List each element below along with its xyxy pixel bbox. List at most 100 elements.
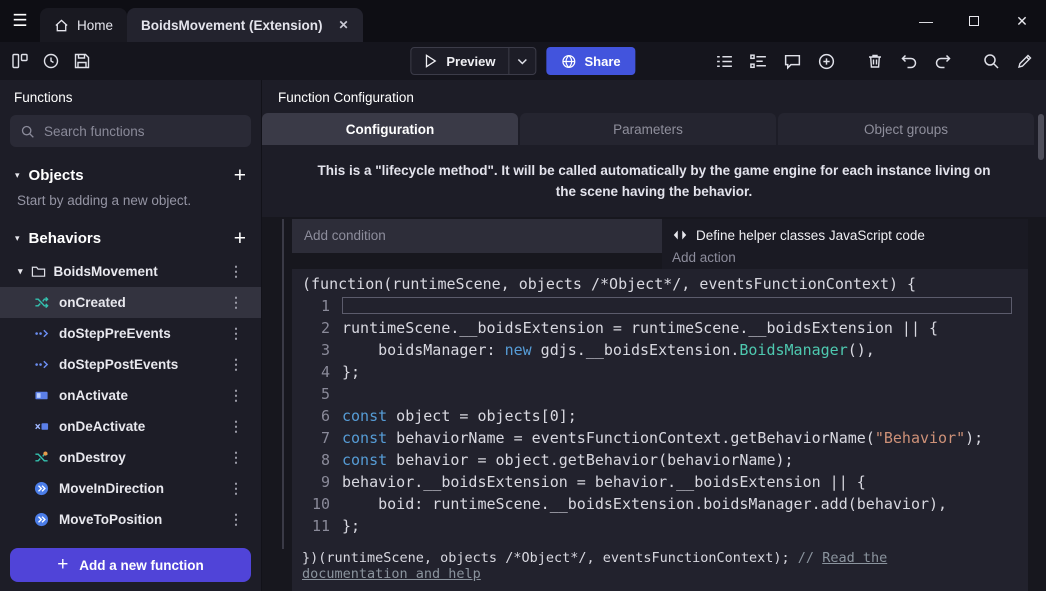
function-item-ondestroy[interactable]: onDestroy ⋮ bbox=[0, 442, 261, 473]
function-menu-icon[interactable]: ⋮ bbox=[225, 325, 247, 342]
tab-home[interactable]: Home bbox=[40, 8, 127, 42]
search-functions-input[interactable] bbox=[44, 124, 241, 139]
folder-label: BoidsMovement bbox=[54, 264, 158, 279]
search-functions-box[interactable] bbox=[10, 115, 251, 147]
tab-extension[interactable]: BoidsMovement (Extension) ✕ bbox=[127, 8, 363, 42]
folder-chevron-icon[interactable]: ▾ bbox=[18, 266, 23, 277]
behaviors-chevron-icon[interactable]: ▾ bbox=[15, 233, 20, 244]
deactivate-icon bbox=[34, 419, 49, 434]
comment-button[interactable] bbox=[779, 48, 806, 75]
code-line: 9behavior.__boidsExtension = behavior.__… bbox=[292, 471, 1028, 493]
history-icon bbox=[42, 52, 60, 70]
move-in-direction-icon bbox=[34, 481, 49, 496]
function-menu-icon[interactable]: ⋮ bbox=[225, 480, 247, 497]
save-icon bbox=[73, 52, 91, 70]
js-event-title[interactable]: Define helper classes JavaScript code bbox=[672, 224, 1018, 247]
vertical-scrollbar[interactable] bbox=[1038, 114, 1044, 160]
function-item-onactivate[interactable]: onActivate ⋮ bbox=[0, 380, 261, 411]
preview-dropdown-button[interactable] bbox=[510, 48, 536, 74]
function-menu-icon[interactable]: ⋮ bbox=[225, 387, 247, 404]
folder-menu-icon[interactable]: ⋮ bbox=[225, 263, 247, 280]
tab-parameters[interactable]: Parameters bbox=[520, 113, 776, 145]
function-item-moveindirection[interactable]: MoveInDirection ⋮ bbox=[0, 473, 261, 504]
objects-list-button[interactable] bbox=[711, 48, 738, 75]
add-action-button[interactable]: Add action bbox=[672, 247, 1018, 269]
objects-section-label: Objects bbox=[29, 167, 225, 184]
javascript-code-editor[interactable]: (function(runtimeScene, objects /*Object… bbox=[292, 269, 1028, 591]
activate-icon bbox=[34, 388, 49, 403]
globe-icon bbox=[562, 54, 577, 69]
preview-button-label: Preview bbox=[446, 54, 495, 69]
function-item-dosteppreevents[interactable]: doStepPreEvents ⋮ bbox=[0, 318, 261, 349]
function-menu-icon[interactable]: ⋮ bbox=[225, 294, 247, 311]
code-footer[interactable]: })(runtimeScene, objects /*Object*/, eve… bbox=[292, 550, 1028, 582]
window-minimize-button[interactable]: — bbox=[902, 0, 950, 42]
tab-close-icon[interactable]: ✕ bbox=[339, 18, 349, 32]
window-controls: — ✕ bbox=[902, 0, 1046, 42]
theme-editor-button[interactable] bbox=[1011, 48, 1038, 75]
step-pre-icon bbox=[34, 326, 49, 341]
panels-layout-button[interactable] bbox=[6, 48, 33, 75]
add-behavior-button[interactable]: + bbox=[234, 228, 246, 249]
add-event-button[interactable] bbox=[813, 48, 840, 75]
add-new-function-button[interactable]: + Add a new function bbox=[10, 548, 251, 582]
code-line: 1 bbox=[292, 295, 1028, 317]
sidebar-title: Functions bbox=[0, 80, 261, 113]
undo-button[interactable] bbox=[895, 48, 922, 75]
function-configuration-panel: Function Configuration Configuration Par… bbox=[262, 80, 1046, 591]
objects-chevron-icon[interactable]: ▾ bbox=[15, 170, 20, 181]
preview-button[interactable]: Preview bbox=[410, 47, 536, 75]
behaviors-section-label: Behaviors bbox=[29, 230, 225, 247]
maximize-icon bbox=[969, 16, 979, 26]
event-drag-handle[interactable] bbox=[272, 219, 284, 549]
preview-button-main[interactable]: Preview bbox=[411, 48, 508, 74]
code-header-line: (function(runtimeScene, objects /*Object… bbox=[292, 273, 1028, 295]
objects-section-header[interactable]: ▾ Objects + bbox=[0, 157, 261, 193]
object-groups-button[interactable] bbox=[745, 48, 772, 75]
function-menu-icon[interactable]: ⋮ bbox=[225, 418, 247, 435]
function-menu-icon[interactable]: ⋮ bbox=[225, 356, 247, 373]
hamburger-menu-icon[interactable]: ☰ bbox=[0, 0, 40, 42]
function-item-oncreated[interactable]: onCreated ⋮ bbox=[0, 287, 261, 318]
history-button[interactable] bbox=[37, 48, 64, 75]
objects-empty-hint: Start by adding a new object. bbox=[0, 193, 261, 220]
redo-button[interactable] bbox=[929, 48, 956, 75]
function-item-dosteppostevents[interactable]: doStepPostEvents ⋮ bbox=[0, 349, 261, 380]
content: Functions ▾ Objects + Start by adding a … bbox=[0, 80, 1046, 591]
code-line: 8const behavior = object.getBehavior(beh… bbox=[292, 449, 1028, 471]
window-maximize-button[interactable] bbox=[950, 0, 998, 42]
function-item-label: onDestroy bbox=[59, 450, 126, 465]
function-menu-icon[interactable]: ⋮ bbox=[225, 449, 247, 466]
search-icon bbox=[20, 124, 35, 139]
add-condition-button[interactable]: Add condition bbox=[292, 219, 662, 253]
save-button[interactable] bbox=[68, 48, 95, 75]
js-event-title-label: Define helper classes JavaScript code bbox=[696, 228, 925, 243]
delete-button[interactable] bbox=[861, 48, 888, 75]
events-sheet: Add condition Define helper classes Java… bbox=[262, 217, 1046, 591]
code-line: 4}; bbox=[292, 361, 1028, 383]
configuration-tabs: Configuration Parameters Object groups bbox=[262, 113, 1046, 145]
function-item-label: MoveToPosition bbox=[59, 512, 162, 527]
oncreated-shuffle-icon bbox=[34, 295, 49, 310]
tab-object-groups[interactable]: Object groups bbox=[778, 113, 1034, 145]
function-item-ondeactivate[interactable]: onDeActivate ⋮ bbox=[0, 411, 261, 442]
function-item-movetoposition[interactable]: MoveToPosition ⋮ bbox=[0, 504, 261, 535]
search-events-button[interactable] bbox=[977, 48, 1004, 75]
code-line: 3 boidsManager: new gdjs.__boidsExtensio… bbox=[292, 339, 1028, 361]
add-object-button[interactable]: + bbox=[234, 165, 246, 186]
tab-configuration[interactable]: Configuration bbox=[262, 113, 518, 145]
behavior-folder-boidsmovement[interactable]: ▾ BoidsMovement ⋮ bbox=[0, 256, 261, 287]
function-item-label: onCreated bbox=[59, 295, 126, 310]
behaviors-section-header[interactable]: ▾ Behaviors + bbox=[0, 220, 261, 256]
chevron-down-icon bbox=[518, 58, 528, 65]
step-post-icon bbox=[34, 357, 49, 372]
share-button[interactable]: Share bbox=[547, 47, 636, 75]
toolbar-center-group: Preview Share bbox=[410, 47, 635, 75]
functions-sidebar: Functions ▾ Objects + Start by adding a … bbox=[0, 80, 262, 591]
panels-icon bbox=[11, 52, 29, 70]
comment-bubble-icon bbox=[783, 52, 802, 71]
code-line: 11}; bbox=[292, 515, 1028, 537]
function-menu-icon[interactable]: ⋮ bbox=[225, 511, 247, 528]
plus-icon: + bbox=[57, 554, 68, 576]
window-close-button[interactable]: ✕ bbox=[998, 0, 1046, 42]
